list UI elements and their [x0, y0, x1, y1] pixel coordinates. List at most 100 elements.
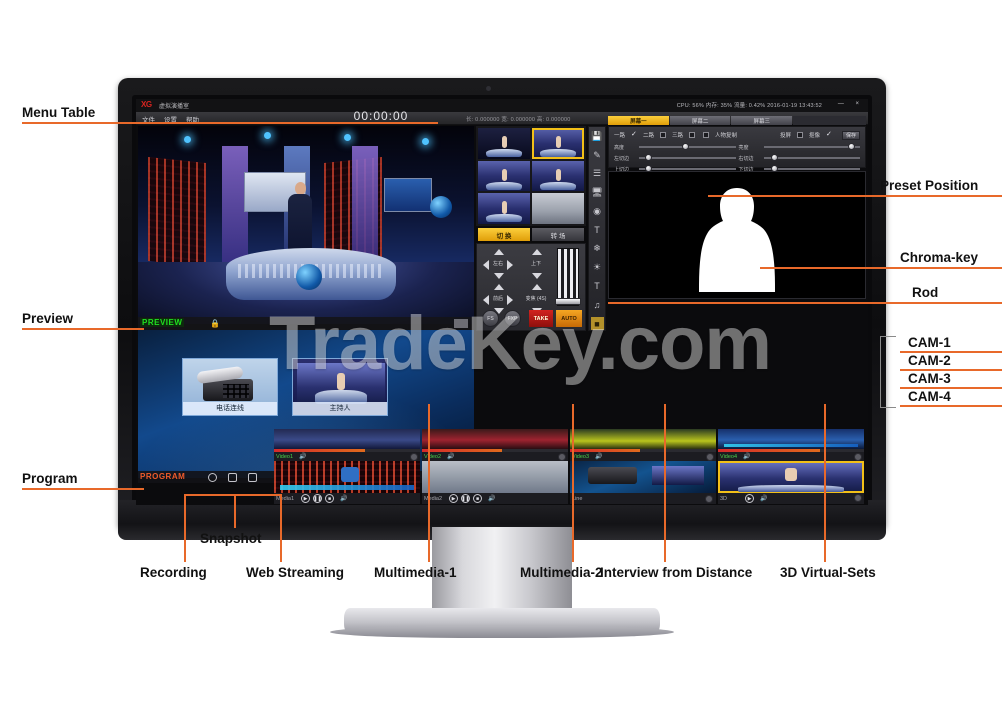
- play-icon[interactable]: ▶: [301, 494, 310, 503]
- speaker-icon[interactable]: 🔊: [340, 495, 347, 502]
- camera-feed-2[interactable]: [422, 429, 568, 449]
- fxp-button[interactable]: FXP: [504, 310, 521, 327]
- slider-track-left[interactable]: [639, 154, 736, 161]
- webstream-icon[interactable]: [248, 473, 257, 482]
- scene-thumb-2[interactable]: [532, 128, 584, 159]
- flower-icon[interactable]: ❄: [591, 242, 604, 255]
- save-preset-button[interactable]: 保存: [841, 130, 860, 140]
- play-icon[interactable]: ▶: [449, 494, 458, 503]
- checkbox-3[interactable]: [689, 132, 696, 138]
- t-bar-handle[interactable]: [555, 298, 581, 305]
- slider-knob-height[interactable]: [682, 143, 690, 150]
- checkbox-5[interactable]: [796, 132, 803, 138]
- scene-thumbnail-grid[interactable]: [476, 126, 586, 226]
- play-icon[interactable]: ▶: [745, 494, 754, 503]
- stop-icon[interactable]: ■: [473, 494, 482, 503]
- monitor-icon[interactable]: 🖥: [591, 186, 604, 199]
- media-cell-2[interactable]: Media2 ▶ ❚❚ ■ 🔊: [422, 461, 568, 504]
- image-icon[interactable]: ■: [590, 317, 604, 331]
- camera-control-panel[interactable]: 左右 上下 前后 变焦 (4S) FS FXP TAKE AUTO: [476, 243, 586, 331]
- camera-cell-2[interactable]: Video2 🔊: [422, 429, 568, 461]
- camera-cell-4[interactable]: Video4 🔊: [718, 429, 864, 461]
- checkbox-4[interactable]: [703, 132, 710, 138]
- media-cell-1[interactable]: Media1 ▶ ❚❚ ■ 🔊: [274, 461, 420, 504]
- save-icon[interactable]: 💾: [591, 130, 604, 143]
- media-feed-4[interactable]: [718, 461, 864, 493]
- slider-track-brightness[interactable]: [763, 143, 860, 150]
- slider-track-right[interactable]: [763, 154, 860, 161]
- pause-icon[interactable]: ❚❚: [313, 494, 322, 503]
- preset-checkbox-row[interactable]: 一路 ✓ 二路 三路 人物复制 投屏 抠像 ✓ 保存: [614, 130, 860, 140]
- media-source-row[interactable]: Media1 ▶ ❚❚ ■ 🔊 Media2 ▶ ❚❚ ■ 🔊 Line 3D …: [274, 461, 866, 504]
- window-controls[interactable]: — ×: [838, 101, 864, 107]
- auto-button[interactable]: AUTO: [556, 310, 582, 327]
- slider-knob-right[interactable]: [771, 154, 779, 161]
- slider-track-bottom[interactable]: [763, 165, 860, 172]
- checkbox-6[interactable]: ✓: [826, 131, 832, 138]
- scene-thumb-5[interactable]: [478, 193, 530, 224]
- speaker-icon[interactable]: 🔊: [743, 453, 750, 460]
- globe-icon[interactable]: ☀: [591, 261, 604, 274]
- pan-pad[interactable]: 左右: [483, 249, 513, 279]
- media-cell-4[interactable]: 3D ▶ 🔊: [718, 461, 864, 504]
- camera-settings-icon[interactable]: [410, 453, 418, 461]
- fs-button[interactable]: FS: [482, 310, 499, 327]
- record-icon[interactable]: [208, 473, 217, 482]
- tilt-pad[interactable]: 上下: [521, 249, 551, 279]
- media-feed-1[interactable]: [274, 461, 420, 493]
- camera-cell-3[interactable]: Video3 🔊: [570, 429, 716, 461]
- snapshot-icon[interactable]: [228, 473, 237, 482]
- tool-strip[interactable]: 💾 ✎ ☰ 🖥 ◉ T ❄ ☀ T ♫ ■: [588, 126, 606, 331]
- scene-thumb-4[interactable]: [532, 160, 584, 192]
- slider-track-height[interactable]: [639, 143, 736, 150]
- brush-icon[interactable]: ✎: [591, 149, 604, 162]
- tab-screen-2[interactable]: 屏幕二: [669, 116, 731, 125]
- chroma-key-preview[interactable]: [608, 171, 866, 299]
- pause-icon[interactable]: ❚❚: [461, 494, 470, 503]
- target-icon[interactable]: ◉: [591, 205, 604, 218]
- slider-knob-brightness[interactable]: [848, 143, 856, 150]
- scene-settings-icon[interactable]: [854, 494, 862, 502]
- slider-row-2[interactable]: 左切边 右切边: [614, 153, 860, 163]
- tab-screen-3[interactable]: 屏幕三: [731, 116, 793, 125]
- speaker-icon[interactable]: 🔊: [488, 495, 495, 502]
- tab-screen-1[interactable]: 屏幕一: [608, 116, 669, 125]
- scene-thumb-1[interactable]: [478, 128, 530, 159]
- scene-button-row[interactable]: 切 换 转 场: [476, 228, 586, 241]
- speaker-icon[interactable]: 🔊: [299, 453, 306, 460]
- lock-icon[interactable]: 🔒: [210, 319, 220, 328]
- speaker-icon[interactable]: 🔊: [447, 453, 454, 460]
- transition-button[interactable]: 转 场: [532, 228, 584, 241]
- camera-settings-icon[interactable]: [854, 453, 862, 461]
- camera-input-row[interactable]: Video1 🔊 Video2 🔊 Video3 �: [274, 429, 866, 461]
- screen-tab-bar[interactable]: 屏幕一 屏幕二 屏幕三: [608, 116, 867, 125]
- preview-monitor[interactable]: [138, 126, 474, 324]
- media-feed-3[interactable]: [570, 461, 716, 493]
- font-icon[interactable]: T: [591, 280, 604, 293]
- switch-button[interactable]: 切 换: [478, 228, 530, 241]
- camera-settings-icon[interactable]: [706, 453, 714, 461]
- text-icon[interactable]: T: [591, 224, 604, 237]
- checkbox-1[interactable]: ✓: [631, 131, 637, 138]
- scene-thumb-3[interactable]: [478, 160, 530, 192]
- media-cell-3[interactable]: Line: [570, 461, 716, 504]
- speaker-icon[interactable]: 🔊: [760, 495, 767, 502]
- slider-row-1[interactable]: 高度 亮度: [614, 142, 860, 152]
- camera-settings-icon[interactable]: [558, 453, 566, 461]
- preset-position-panel[interactable]: 一路 ✓ 二路 三路 人物复制 投屏 抠像 ✓ 保存 高度 亮度 左切边 右切边…: [608, 126, 866, 173]
- music-icon[interactable]: ♫: [591, 299, 604, 312]
- line-settings-icon[interactable]: [705, 494, 713, 503]
- scene-thumb-6[interactable]: [532, 193, 584, 224]
- list-icon[interactable]: ☰: [591, 167, 604, 180]
- camera-cell-1[interactable]: Video1 🔊: [274, 429, 420, 461]
- stop-icon[interactable]: ■: [325, 494, 334, 503]
- take-button[interactable]: TAKE: [529, 310, 553, 327]
- camera-feed-3[interactable]: [570, 429, 716, 449]
- slider-knob-left[interactable]: [644, 154, 652, 161]
- slider-track-top[interactable]: [639, 165, 736, 172]
- preview-layout-icon[interactable]: [454, 319, 468, 328]
- media-feed-2[interactable]: [422, 461, 568, 493]
- speaker-icon[interactable]: 🔊: [595, 453, 602, 460]
- camera-feed-1[interactable]: [274, 429, 420, 449]
- checkbox-2[interactable]: [660, 132, 667, 138]
